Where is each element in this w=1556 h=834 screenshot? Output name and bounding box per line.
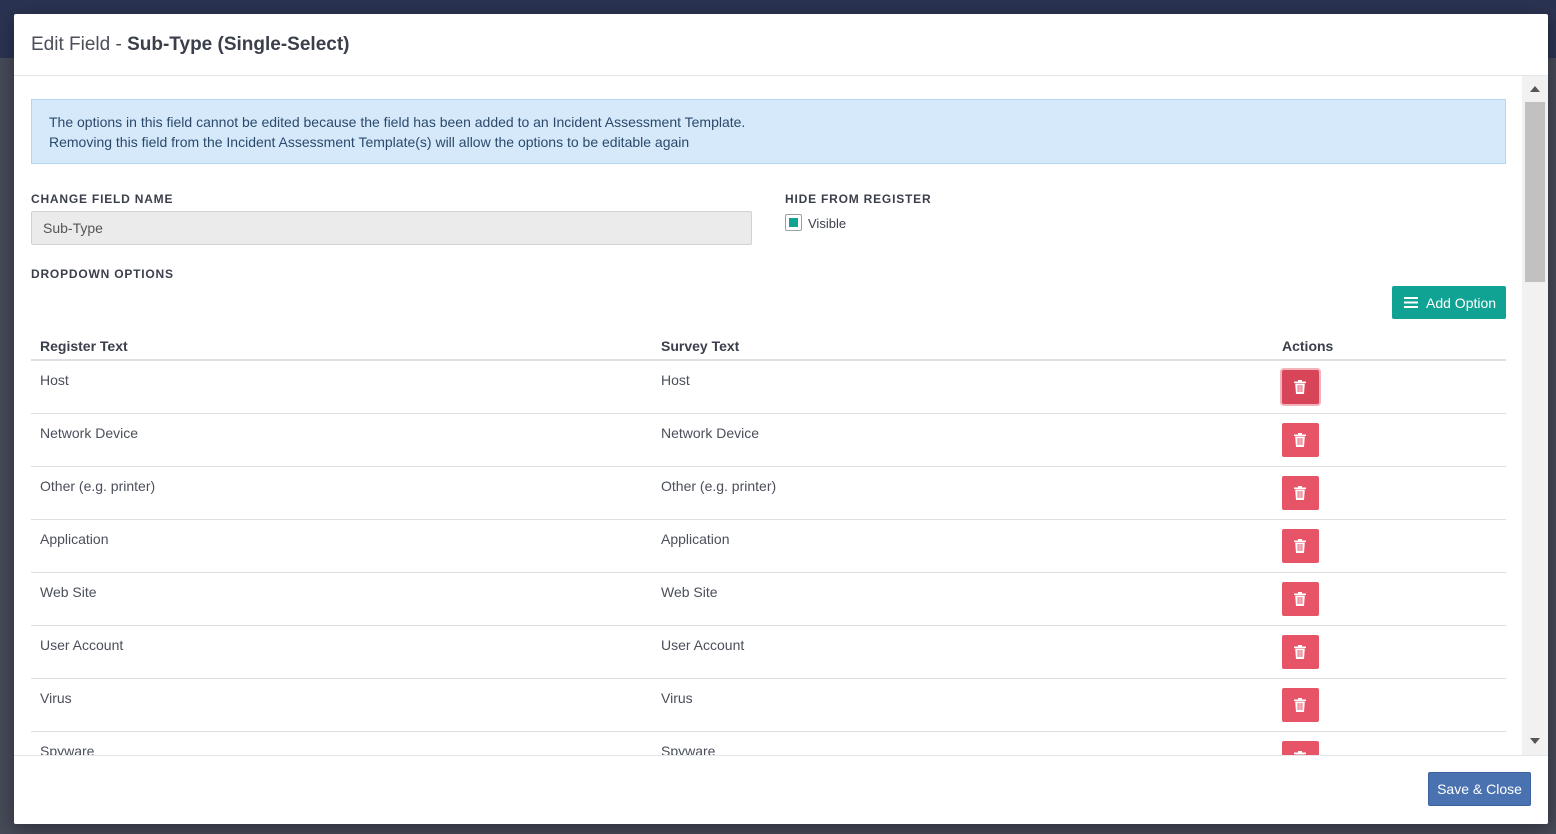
field-name-label: CHANGE FIELD NAME: [31, 192, 174, 206]
modal-title: Edit Field - Sub-Type (Single-Select): [31, 34, 350, 56]
register-text-cell: Host: [40, 372, 69, 388]
survey-text-cell: Other (e.g. printer): [661, 478, 777, 494]
table-row: Other (e.g. printer) Other (e.g. printer): [31, 467, 1506, 520]
edit-field-modal: Edit Field - Sub-Type (Single-Select) Th…: [14, 14, 1548, 824]
trash-icon: [1294, 433, 1306, 447]
table-row: Web Site Web Site: [31, 573, 1506, 626]
trash-icon: [1294, 698, 1306, 712]
register-text-cell: Other (e.g. printer): [40, 478, 156, 494]
visible-checkbox[interactable]: [785, 214, 802, 231]
column-register-text: Register Text: [40, 338, 128, 354]
modal-body: The options in this field cannot be edit…: [14, 76, 1548, 755]
add-option-button[interactable]: Add Option: [1392, 286, 1506, 319]
save-close-button[interactable]: Save & Close: [1428, 772, 1531, 806]
scroll-up-arrow-icon[interactable]: [1530, 86, 1540, 92]
survey-text-cell: Virus: [661, 690, 693, 706]
trash-icon: [1294, 380, 1306, 394]
delete-option-button[interactable]: [1282, 635, 1319, 669]
table-row: Spyware Spyware: [31, 732, 1506, 755]
table-row: Virus Virus: [31, 679, 1506, 732]
survey-text-cell: User Account: [661, 637, 745, 653]
modal-title-field: Sub-Type (Single-Select): [127, 34, 350, 55]
trash-icon: [1294, 486, 1306, 500]
hide-from-register-label: HIDE FROM REGISTER: [785, 192, 932, 206]
register-text-cell: User Account: [40, 637, 124, 653]
survey-text-cell: Network Device: [661, 425, 760, 441]
modal-footer: Save & Close: [14, 755, 1548, 824]
table-row: User Account User Account: [31, 626, 1506, 679]
column-survey-text: Survey Text: [661, 338, 740, 354]
table-header: Register Text Survey Text Actions: [31, 327, 1506, 361]
visible-checkbox-label[interactable]: Visible: [808, 216, 846, 231]
modal-header: Edit Field - Sub-Type (Single-Select): [14, 14, 1548, 76]
scroll-thumb[interactable]: [1525, 102, 1545, 282]
table-row: Host Host: [31, 361, 1506, 414]
trash-icon: [1294, 645, 1306, 659]
vertical-scrollbar[interactable]: [1522, 76, 1548, 755]
delete-option-button[interactable]: [1282, 423, 1319, 457]
register-text-cell: Virus: [40, 690, 72, 706]
delete-option-button[interactable]: [1282, 582, 1319, 616]
column-actions: Actions: [1282, 338, 1334, 354]
register-text-cell: Spyware: [40, 743, 95, 755]
add-option-label: Add Option: [1426, 294, 1497, 311]
info-alert: The options in this field cannot be edit…: [31, 99, 1506, 164]
trash-icon: [1294, 539, 1306, 553]
delete-option-button[interactable]: [1282, 688, 1319, 722]
register-text-cell: Application: [40, 531, 109, 547]
survey-text-cell: Spyware: [661, 743, 716, 755]
delete-option-button[interactable]: [1282, 476, 1319, 510]
survey-text-cell: Host: [661, 372, 690, 388]
list-icon: [1404, 297, 1418, 308]
scroll-down-arrow-icon[interactable]: [1530, 738, 1540, 744]
table-row: Application Application: [31, 520, 1506, 573]
modal-title-prefix: Edit Field -: [31, 34, 128, 55]
register-text-cell: Network Device: [40, 425, 139, 441]
survey-text-cell: Web Site: [661, 584, 718, 600]
dropdown-options-label: DROPDOWN OPTIONS: [31, 267, 174, 281]
options-table: Register Text Survey Text Actions Host Ho…: [31, 327, 1506, 755]
alert-line-2: Removing this field from the Incident As…: [49, 134, 690, 150]
delete-option-button[interactable]: [1282, 370, 1319, 404]
delete-option-button[interactable]: [1282, 741, 1319, 755]
table-row: Network Device Network Device: [31, 414, 1506, 467]
delete-option-button[interactable]: [1282, 529, 1319, 563]
trash-icon: [1294, 592, 1306, 606]
register-text-cell: Web Site: [40, 584, 97, 600]
alert-line-1: The options in this field cannot be edit…: [49, 114, 746, 130]
survey-text-cell: Application: [661, 531, 730, 547]
field-name-input[interactable]: [31, 211, 752, 245]
